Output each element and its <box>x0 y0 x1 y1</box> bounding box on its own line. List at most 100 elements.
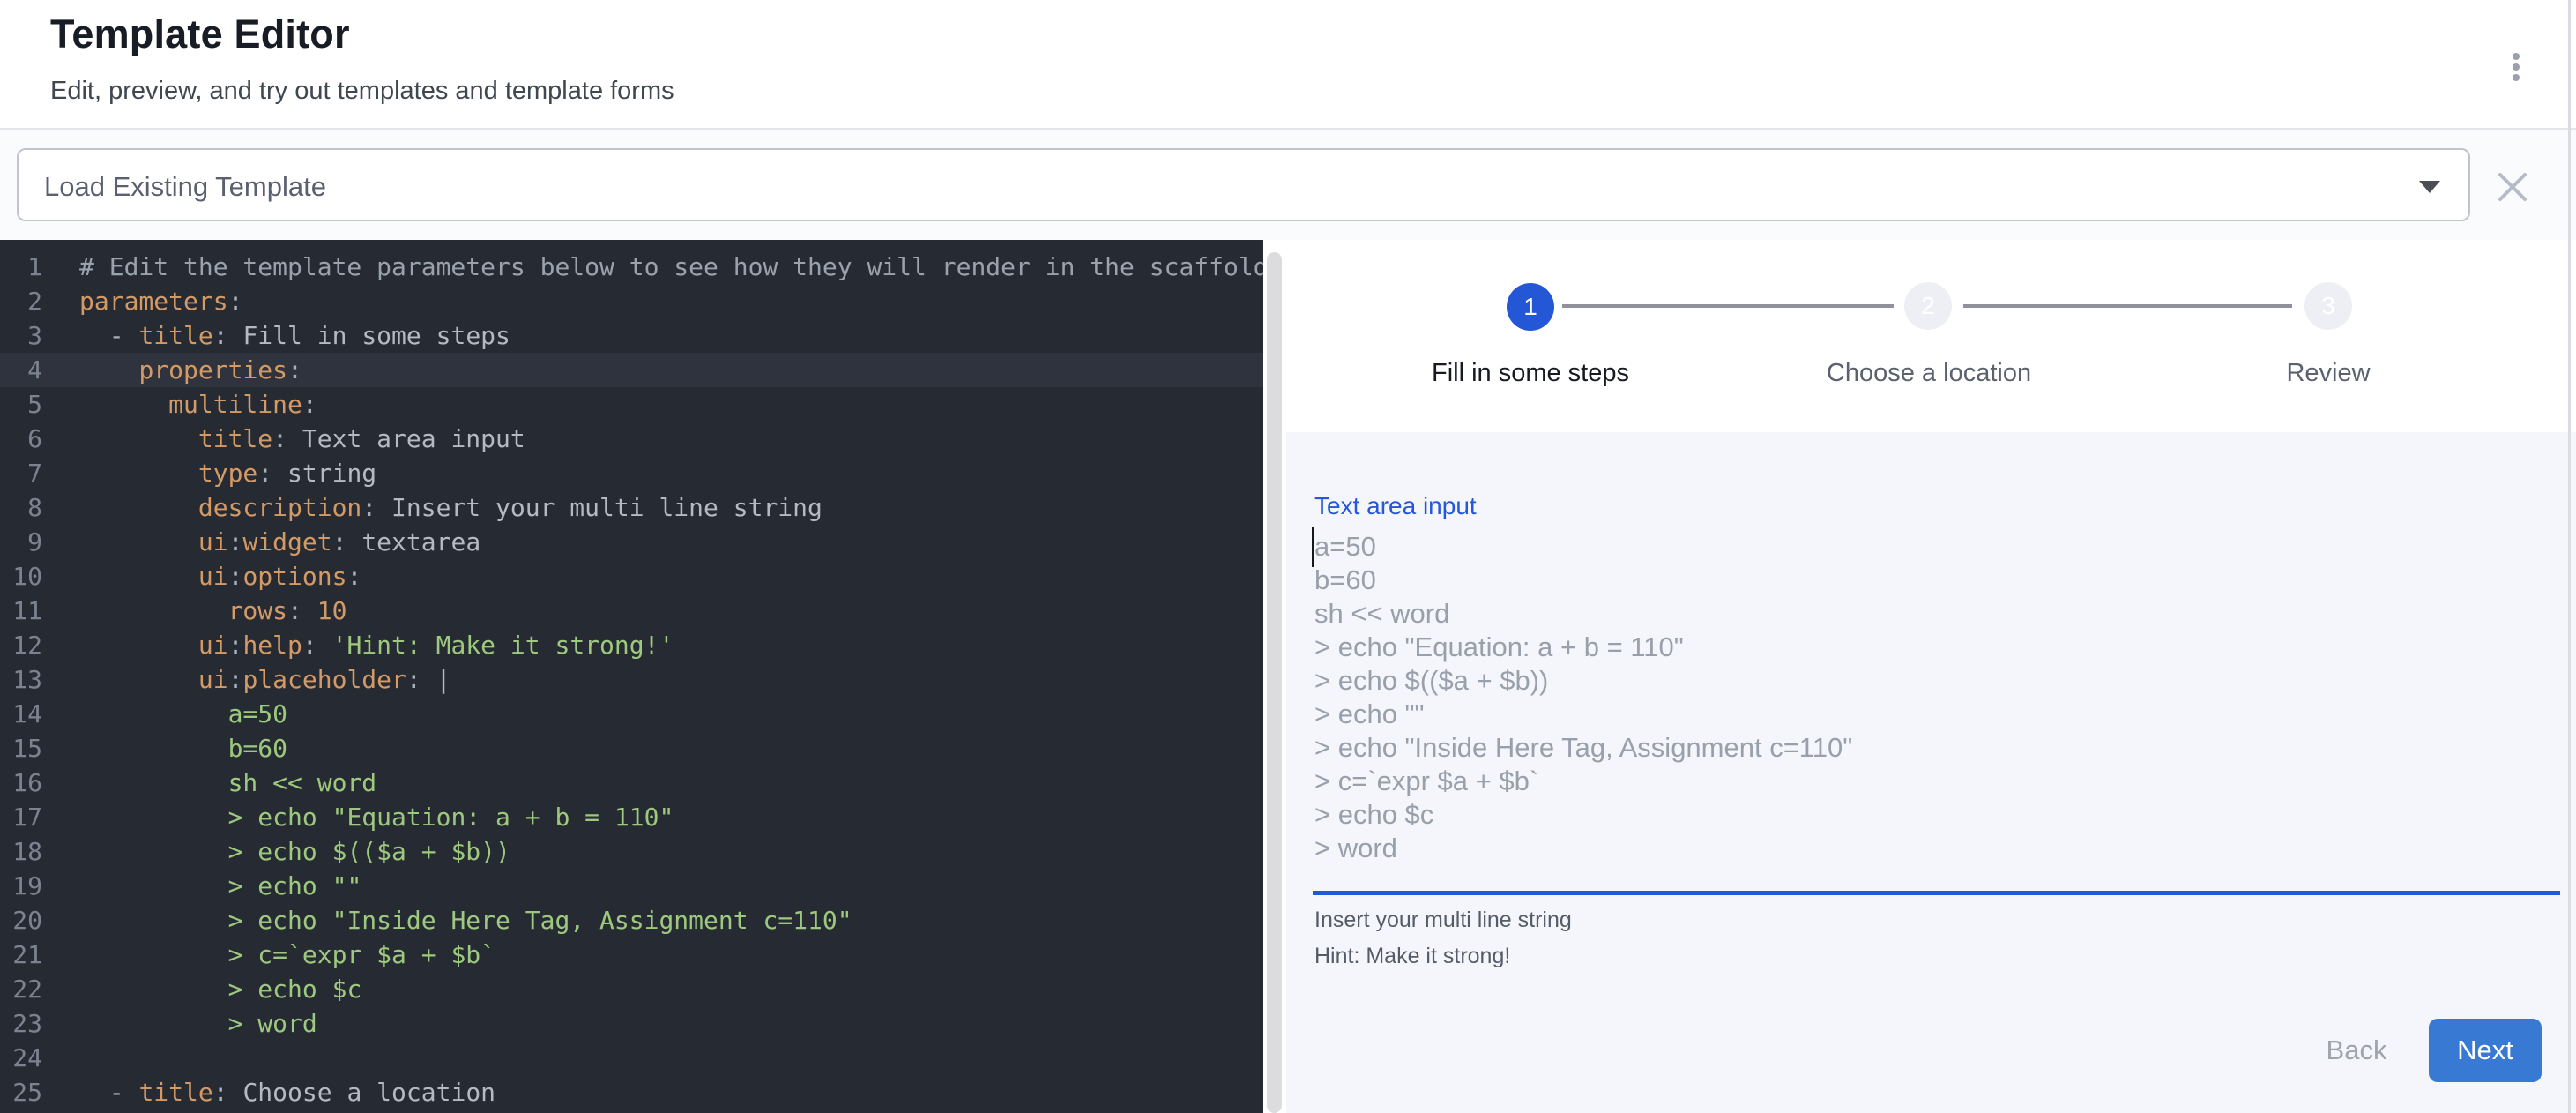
code-line-content: sh << word <box>42 768 376 797</box>
toolbar-row: Load Existing Template <box>0 130 2576 240</box>
editor-line[interactable]: 18 > echo $(($a + $b)) <box>0 834 1263 869</box>
line-number: 22 <box>0 975 42 1004</box>
editor-line[interactable]: 19 > echo "" <box>0 869 1263 903</box>
code-line-content: # Edit the template parameters below to … <box>42 252 1263 281</box>
stepper-connector-2 <box>1963 304 2292 308</box>
code-line-content: rows: 10 <box>42 596 346 625</box>
code-line-content: a=50 <box>42 699 287 728</box>
stepper-step-1-number: 1 <box>1523 293 1537 321</box>
field-hint: Hint: Make it strong! <box>1314 944 1510 969</box>
line-number: 23 <box>0 1009 42 1038</box>
code-line-content: > word <box>42 1009 317 1038</box>
editor-line[interactable]: 3 - title: Fill in some steps <box>0 318 1263 353</box>
editor-line[interactable]: 22 > echo $c <box>0 972 1263 1006</box>
code-line-content: > echo $c <box>42 975 361 1004</box>
line-number: 3 <box>0 321 42 350</box>
line-number: 16 <box>0 768 42 797</box>
editor-line[interactable]: 5 multiline: <box>0 387 1263 422</box>
code-line-content: > echo "Equation: a + b = 110" <box>42 803 674 832</box>
editor-line[interactable]: 23 > word <box>0 1006 1263 1041</box>
code-line-content: - title: Choose a location <box>42 1078 495 1107</box>
field-description: Insert your multi line string <box>1314 908 1572 933</box>
code-line-content: type: string <box>42 459 376 488</box>
line-number: 1 <box>0 252 42 281</box>
line-number: 2 <box>0 287 42 316</box>
page-subtitle: Edit, preview, and try out templates and… <box>50 76 674 106</box>
stepper-step-2-circle: 2 <box>1904 282 1952 330</box>
close-icon <box>2498 172 2528 202</box>
editor-line[interactable]: 8 description: Insert your multi line st… <box>0 490 1263 525</box>
editor-line[interactable]: 16 sh << word <box>0 766 1263 800</box>
textarea-focus-underline <box>1313 891 2560 895</box>
editor-line[interactable]: 11 rows: 10 <box>0 594 1263 628</box>
code-line-content: multiline: <box>42 390 317 419</box>
code-line-content: title: Text area input <box>42 424 525 453</box>
editor-line[interactable]: 14 a=50 <box>0 697 1263 731</box>
stepper-step-3-number: 3 <box>2321 292 2335 320</box>
line-number: 4 <box>0 355 42 385</box>
editor-line[interactable]: 9 ui:widget: textarea <box>0 525 1263 559</box>
clear-selection-button[interactable] <box>2490 164 2535 210</box>
load-template-select-value: Load Existing Template <box>44 171 326 203</box>
template-editor-page: Template Editor Edit, preview, and try o… <box>0 0 2576 1113</box>
code-line-content: - title: Fill in some steps <box>42 321 510 350</box>
textarea-field-label: Text area input <box>1314 492 1477 520</box>
line-number: 10 <box>0 562 42 591</box>
page-title: Template Editor <box>50 12 350 56</box>
stepper-step-2-number: 2 <box>1921 292 1935 320</box>
stepper-step-2-label: Choose a location <box>1726 359 2132 388</box>
editor-line[interactable]: 4 properties: <box>0 353 1263 387</box>
load-template-select[interactable]: Load Existing Template <box>17 148 2470 221</box>
back-button[interactable]: Back <box>2304 1019 2409 1082</box>
line-number: 7 <box>0 459 42 488</box>
line-number: 19 <box>0 871 42 900</box>
editor-scrollbar-thumb[interactable] <box>1267 252 1282 1113</box>
line-number: 24 <box>0 1043 42 1072</box>
chevron-down-icon <box>2419 181 2440 193</box>
code-line-content: ui:placeholder: | <box>42 665 450 694</box>
editor-line[interactable]: 7 type: string <box>0 456 1263 490</box>
code-line-content: > echo "" <box>42 871 361 900</box>
code-editor[interactable]: 1# Edit the template parameters below to… <box>0 240 1263 1113</box>
line-number: 25 <box>0 1078 42 1107</box>
line-number: 21 <box>0 940 42 969</box>
editor-line[interactable]: 2parameters: <box>0 284 1263 318</box>
editor-line[interactable]: 21 > c=`expr $a + $b` <box>0 937 1263 972</box>
editor-line[interactable]: 12 ui:help: 'Hint: Make it strong!' <box>0 628 1263 662</box>
line-number: 18 <box>0 837 42 866</box>
stepper-step-3-label: Review <box>2126 359 2531 388</box>
line-number: 15 <box>0 734 42 763</box>
code-line-content: > echo $(($a + $b)) <box>42 837 510 866</box>
kebab-icon <box>2513 53 2520 60</box>
editor-line[interactable]: 20 > echo "Inside Here Tag, Assignment c… <box>0 903 1263 937</box>
line-number: 8 <box>0 493 42 522</box>
editor-line[interactable]: 25 - title: Choose a location <box>0 1075 1263 1109</box>
code-line-content: > echo "Inside Here Tag, Assignment c=11… <box>42 906 852 935</box>
editor-line[interactable]: 15 b=60 <box>0 731 1263 766</box>
editor-line[interactable]: 6 title: Text area input <box>0 422 1263 456</box>
text-cursor <box>1312 527 1314 567</box>
editor-line[interactable]: 24 <box>0 1041 1263 1075</box>
editor-line[interactable]: 10 ui:options: <box>0 559 1263 594</box>
right-edge-border <box>2568 0 2571 1113</box>
editor-line[interactable]: 17 > echo "Equation: a + b = 110" <box>0 800 1263 834</box>
code-line-content: ui:help: 'Hint: Make it strong!' <box>42 631 674 660</box>
line-number: 9 <box>0 527 42 556</box>
textarea-input[interactable]: a=50 b=60 sh << word > echo "Equation: a… <box>1314 530 2560 874</box>
code-line-content: b=60 <box>42 734 287 763</box>
line-number: 11 <box>0 596 42 625</box>
stepper-step-1-circle: 1 <box>1507 283 1554 331</box>
code-line-content: properties: <box>42 355 302 385</box>
code-line-content: description: Insert your multi line stri… <box>42 493 823 522</box>
stepper-connector-1 <box>1562 304 1894 308</box>
next-button[interactable]: Next <box>2429 1019 2542 1082</box>
editor-line[interactable]: 13 ui:placeholder: | <box>0 662 1263 697</box>
line-number: 17 <box>0 803 42 832</box>
line-number: 12 <box>0 631 42 660</box>
editor-scrollbar[interactable] <box>1263 240 1286 1113</box>
line-number: 14 <box>0 699 42 728</box>
line-number: 6 <box>0 424 42 453</box>
more-options-button[interactable] <box>2497 41 2535 93</box>
editor-line[interactable]: 1# Edit the template parameters below to… <box>0 250 1263 284</box>
stepper-step-3-circle: 3 <box>2304 282 2352 330</box>
